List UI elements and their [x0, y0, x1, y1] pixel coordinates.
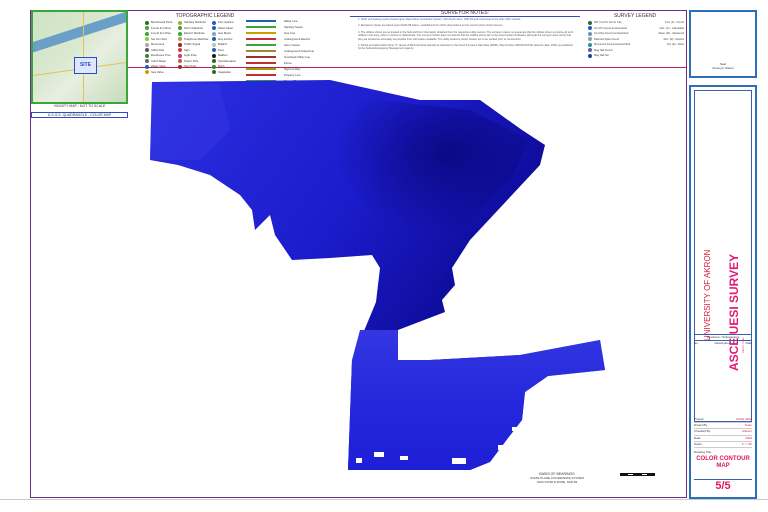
- title-block-row: Scale: 1" = 30': [694, 441, 752, 449]
- university-name: UNIVERSITY OF AKRON: [703, 249, 712, 341]
- data-gap: [452, 458, 466, 464]
- data-gap: [498, 445, 507, 450]
- title-block-row-label: Scale:: [694, 441, 703, 446]
- title-block-row-label: Project:: [694, 417, 705, 421]
- revisions-columns: No. Description Date: [694, 340, 752, 345]
- bearing-line: OHIO NORTH ZONE, NAD 83: [536, 480, 578, 484]
- title-block-row-value: 2023: [745, 435, 752, 440]
- title-block-row-value: Team: [744, 423, 752, 428]
- data-gap: [374, 452, 384, 457]
- data-gap: [400, 456, 408, 460]
- title-block-row-label: Checked By:: [694, 429, 712, 434]
- contour-lower-region: [348, 330, 605, 470]
- color-contour-map: [150, 80, 605, 470]
- title-panel: UNIVERSITY OF AKRON ASCE UESI SURVEY Akr…: [694, 90, 752, 422]
- title-block-row-label: Date:: [694, 435, 702, 440]
- data-gap: [356, 458, 362, 463]
- title-block-data: Project: ASCE UESI Drawn By: Team Checked By…: [694, 417, 752, 449]
- drawing-title: Drawing Title COLOR CONTOUR MAP: [694, 449, 752, 470]
- title-block-row-value: ASCE UESI: [735, 417, 752, 421]
- seal-caption: Seal Surveyor Stamp: [712, 62, 734, 70]
- project-title: ASCE UESI SURVEY: [727, 253, 741, 371]
- graphic-scale-bar: [620, 463, 655, 476]
- title-block: UNIVERSITY OF AKRON ASCE UESI SURVEY Akr…: [689, 85, 757, 499]
- seal-block: Seal Surveyor Stamp: [689, 10, 757, 78]
- title-block-row-label: Drawn By:: [694, 423, 708, 428]
- title-block-row-value: 1" = 30': [741, 441, 752, 446]
- drawing-title-label: Drawing Title: [694, 450, 712, 454]
- data-gap: [528, 411, 538, 415]
- data-gap: [512, 427, 517, 431]
- sheet-number: 5/5: [694, 479, 752, 492]
- basis-of-bearings: BASIS OF BEARINGS STATE PLANE COORDINATE…: [527, 472, 587, 484]
- title-block-row-value: Advisor: [741, 429, 752, 434]
